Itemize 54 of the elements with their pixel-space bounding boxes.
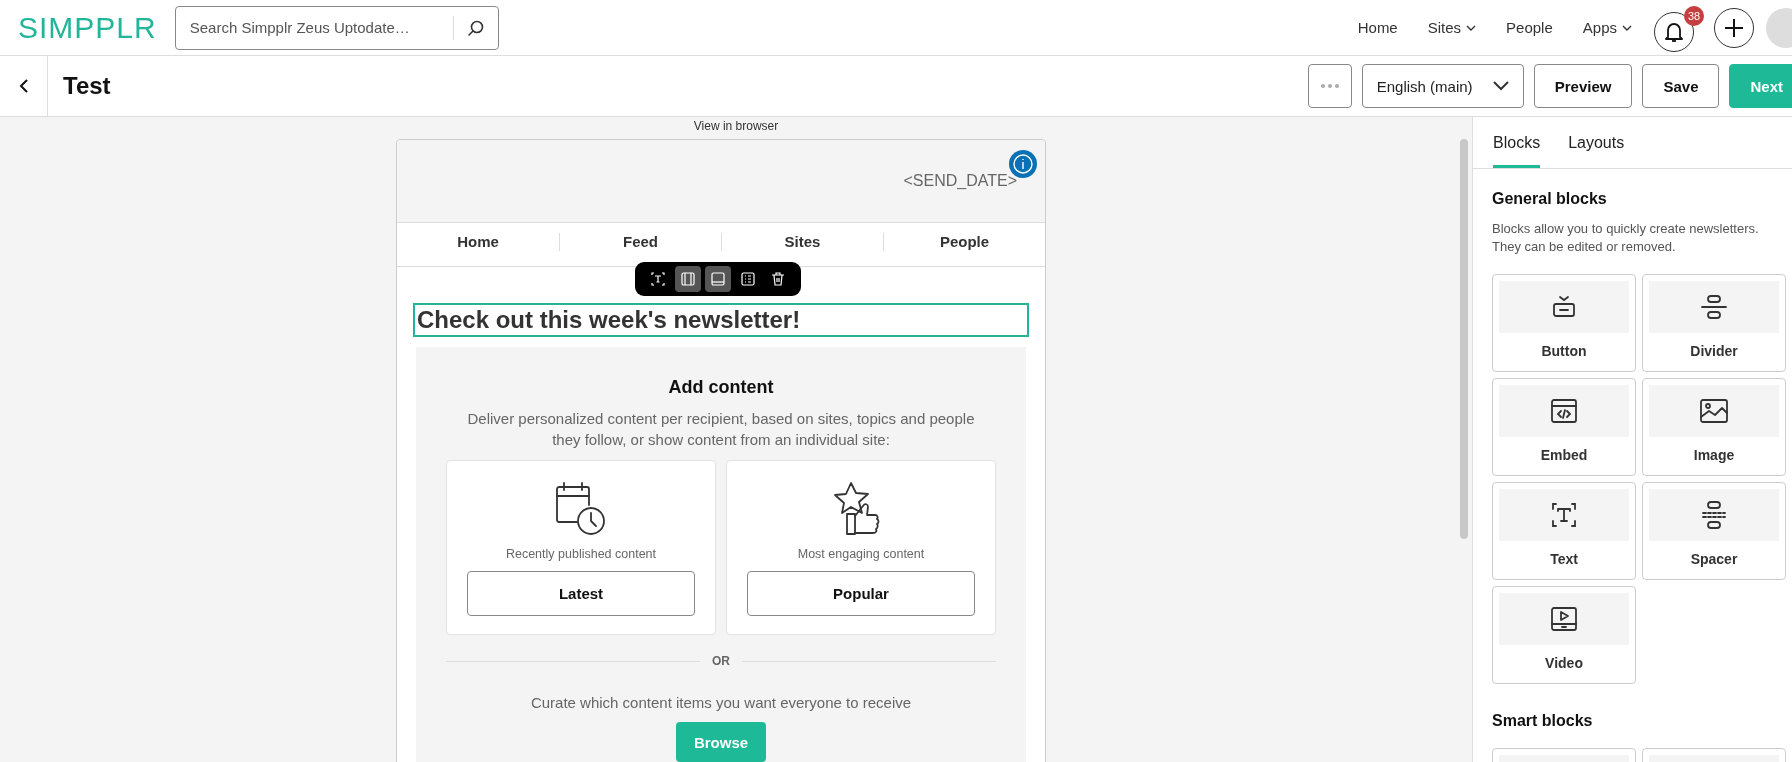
back-icon [18, 79, 29, 93]
section-description: Blocks allow you to quickly create newsletters. They can be edited or removed. [1492, 220, 1760, 256]
scrollbar[interactable] [1460, 139, 1468, 539]
nav-link[interactable]: People [1506, 19, 1553, 36]
panel-tab[interactable]: Blocks [1493, 117, 1541, 168]
section-title: General blocks [1492, 190, 1608, 208]
layout-icon [710, 271, 726, 287]
notification-count: 38 [1684, 5, 1704, 26]
block-tile[interactable]: Image [1642, 378, 1786, 476]
block-tile[interactable]: Divider [1642, 274, 1786, 372]
toolbar-button[interactable] [675, 266, 701, 292]
block-tile[interactable]: Video [1492, 586, 1636, 684]
create-button[interactable] [1714, 7, 1754, 48]
email-nav-link[interactable]: People [883, 233, 1045, 251]
nav-link[interactable]: Sites [1427, 19, 1477, 36]
email-nav-link[interactable]: Feed [559, 233, 721, 251]
action-button[interactable]: Preview [1533, 64, 1633, 108]
list-icon [740, 271, 756, 287]
chevron-down-icon [1492, 81, 1509, 91]
toolbar-button[interactable] [705, 266, 731, 292]
option-button[interactable]: Popular [747, 571, 975, 616]
headline-text[interactable]: Check out this week's newsletter! [413, 303, 1029, 337]
email-nav-link[interactable]: Home [397, 233, 559, 251]
language-dropdown[interactable]: English (main) [1361, 64, 1524, 108]
block-tile[interactable]: Spacer [1642, 482, 1786, 580]
delete-icon [770, 271, 786, 287]
option-caption: Most engaging content [797, 547, 925, 561]
search-field[interactable]: Search Simpplr Zeus Uptodate… [175, 19, 453, 36]
view-in-browser-link[interactable]: View in browser [693, 119, 779, 133]
option-caption: Recently published content [505, 547, 657, 561]
or-separator: OR [712, 654, 730, 668]
email-header: <SEND_DATE> [397, 140, 1045, 223]
search-icon[interactable] [466, 18, 485, 37]
block-tile[interactable]: Embed [1492, 378, 1636, 476]
block-tile[interactable]: Text [1492, 482, 1636, 580]
search-bar[interactable]: Search Simpplr Zeus Uptodate… [174, 5, 499, 50]
more-button[interactable] [1307, 64, 1352, 108]
columns-icon [680, 271, 696, 287]
more-icon [1319, 84, 1340, 88]
block-description: Deliver personalized content per recipient, based on sites, topics and people they follow, or show content from an individual site: [466, 409, 976, 450]
option-button[interactable]: Latest [467, 571, 695, 616]
nav-link[interactable]: Home [1357, 19, 1398, 36]
section-title: Smart blocks [1492, 712, 1594, 730]
curate-text: Curate which content items you want everyone to receive [530, 694, 912, 711]
page-title: Test [63, 72, 111, 100]
block-tile[interactable]: Button [1492, 274, 1636, 372]
bell-icon [1664, 20, 1684, 43]
email-nav-link[interactable]: Sites [721, 233, 883, 251]
block-title: Add content [668, 377, 774, 398]
text-icon [650, 271, 666, 287]
panel-tab[interactable]: Layouts [1568, 117, 1625, 168]
nav-link[interactable]: Apps [1582, 19, 1632, 36]
plus-icon [1724, 17, 1744, 38]
action-button[interactable]: Save [1642, 64, 1720, 108]
